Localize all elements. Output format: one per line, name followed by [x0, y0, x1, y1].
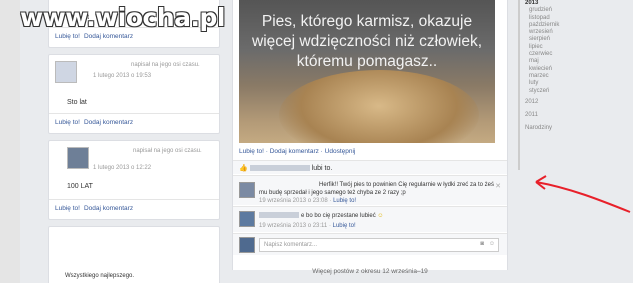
timeline-month[interactable]: grudzień — [529, 7, 578, 14]
photo-post: Pies, którego karmisz, okazuje więcej wd… — [232, 0, 508, 270]
post-actions: Lubię to! · Dodaj komentarz · Udostępnij — [239, 148, 356, 155]
avatar[interactable] — [67, 147, 89, 169]
like-link[interactable]: Lubię to! — [333, 198, 356, 204]
post-header: napisał na jego osi czasu. — [133, 148, 202, 154]
like-link[interactable]: Lubię to! — [333, 223, 356, 229]
avatar[interactable] — [55, 61, 77, 83]
comment-body: e bo bo cię przestane lubieć — [301, 213, 376, 219]
comment-link[interactable]: Dodaj komentarz — [84, 205, 133, 212]
timeline-month[interactable]: lipiec — [529, 44, 578, 51]
like-link[interactable]: Lubię to! — [55, 205, 80, 212]
timeline-month[interactable]: styczeń — [529, 88, 578, 95]
post-photo[interactable]: Pies, którego karmisz, okazuje więcej wd… — [239, 0, 495, 143]
timeline-month[interactable]: maj — [529, 58, 578, 65]
timeline-month[interactable]: listopad — [529, 15, 578, 22]
commenter-name[interactable] — [259, 212, 299, 219]
post-actions: Lubię to! Dodaj komentarz — [49, 199, 219, 219]
comment-meta: 19 września 2013 o 23:11 · Lubię to! — [259, 223, 356, 229]
comment-link[interactable]: Dodaj komentarz — [270, 148, 319, 155]
watermark-logo: www.wiocha.pl — [20, 3, 225, 32]
comment: e bo bo cię przestane lubieć ☺ 19 wrześn… — [233, 206, 507, 232]
post-header: napisał na jego osi czasu. — [131, 62, 200, 68]
left-gutter — [0, 0, 20, 283]
photo-quote: Pies, którego karmisz, okazuje więcej wd… — [252, 13, 482, 70]
timeline-month[interactable]: czerwiec — [529, 51, 578, 58]
camera-icon[interactable]: ◙ — [480, 241, 484, 247]
timeline-months: grudzień listopad październik wrzesień s… — [525, 7, 578, 95]
like-link[interactable]: Lubię to! — [55, 33, 80, 40]
comment-meta: 19 września 2013 o 23:08 · Lubię to! — [259, 198, 357, 204]
dog-image — [279, 70, 479, 143]
likes-text: lubi to. — [311, 165, 333, 172]
post-card: napisał na jego osi czasu. 1 lutego 2013… — [48, 54, 220, 134]
timeline-year[interactable]: 2012 — [525, 99, 578, 106]
comment-composer: Napisz komentarz... ◙ ☺ — [233, 233, 507, 255]
timeline-month[interactable]: luty — [529, 80, 578, 87]
post-card: napisał na jego osi czasu. 1 lutego 2013… — [48, 140, 220, 220]
post-body: Sto lat — [67, 99, 87, 106]
post-timestamp[interactable]: 1 lutego 2013 o 12:22 — [93, 165, 151, 171]
red-arrow-annotation — [535, 175, 631, 213]
emoji-icon[interactable]: ☺ — [489, 241, 495, 247]
comment-link[interactable]: Dodaj komentarz — [84, 33, 133, 40]
comment-placeholder: Napisz komentarz... — [264, 242, 318, 248]
like-link[interactable]: Lubię to! — [239, 148, 264, 155]
comment: Herfik!! Twój pies to powinien Cię regul… — [233, 175, 507, 205]
post-card: Wszystkiego najlepszego. — [48, 226, 220, 283]
likes-summary: 👍 lubi to. — [233, 160, 507, 174]
comment-link[interactable]: Dodaj komentarz — [84, 119, 133, 126]
avatar — [239, 237, 255, 253]
comment-text: Herfik!! Twój pies to powinien Cię regul… — [259, 182, 494, 196]
smiley-icon: ☺ — [377, 213, 384, 219]
timeline-year[interactable]: 2013 — [525, 0, 578, 7]
timeline-nav: 2013 grudzień listopad październik wrzes… — [518, 0, 578, 170]
timeline-month[interactable]: sierpień — [529, 36, 578, 43]
timeline-month[interactable]: kwiecień — [529, 66, 578, 73]
comment-text: e bo bo cię przestane lubieć ☺ — [259, 212, 495, 220]
comment-timestamp[interactable]: 19 września 2013 o 23:11 — [259, 223, 327, 229]
liker-name[interactable] — [249, 165, 310, 172]
post-body: Wszystkiego najlepszego. — [65, 273, 135, 279]
like-link[interactable]: Lubię to! — [55, 119, 80, 126]
comment-input[interactable]: Napisz komentarz... ◙ ☺ — [259, 238, 499, 252]
avatar[interactable] — [239, 182, 255, 198]
more-posts-link[interactable]: Więcej postów z okresu 12 września–19 — [232, 268, 508, 275]
timeline-birth[interactable]: Narodziny — [525, 125, 578, 132]
avatar[interactable] — [239, 211, 255, 227]
thumbs-up-icon: 👍 — [239, 165, 248, 172]
timeline-month[interactable]: wrzesień — [529, 29, 578, 36]
post-body: 100 LAT — [67, 183, 93, 190]
timeline-month[interactable]: październik — [529, 22, 578, 29]
post-actions: Lubię to! Dodaj komentarz — [49, 113, 219, 133]
share-link[interactable]: Udostępnij — [325, 148, 356, 155]
timeline-month[interactable]: marzec — [529, 73, 578, 80]
left-column: 100 lat Lubię to! Dodaj komentarz napisał… — [38, 0, 222, 283]
close-icon[interactable]: ✕ — [495, 182, 501, 190]
post-timestamp[interactable]: 1 lutego 2013 o 19:53 — [93, 73, 151, 79]
timeline-year[interactable]: 2011 — [525, 112, 578, 119]
comment-timestamp[interactable]: 19 września 2013 o 23:08 — [259, 198, 328, 204]
